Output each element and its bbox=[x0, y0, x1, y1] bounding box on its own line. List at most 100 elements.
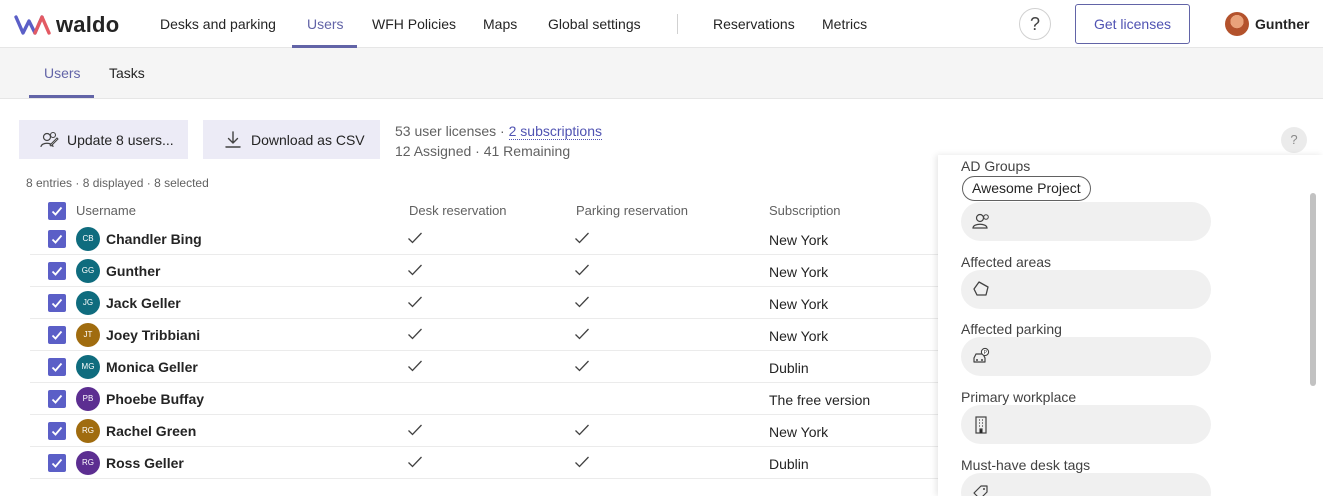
row-checkbox[interactable] bbox=[48, 294, 66, 312]
top-navigation: waldo Desks and parking Users WFH Polici… bbox=[0, 0, 1323, 48]
user-name[interactable]: Gunther bbox=[1255, 0, 1309, 48]
download-csv-button[interactable]: Download as CSV bbox=[203, 120, 380, 159]
users-edit-icon bbox=[39, 131, 59, 149]
table-header: Username Desk reservation Parking reserv… bbox=[0, 199, 940, 223]
parking-reservation-check-icon bbox=[574, 455, 590, 472]
row-checkbox[interactable] bbox=[48, 262, 66, 280]
column-subscription[interactable]: Subscription bbox=[769, 203, 841, 218]
table-row[interactable]: RG Ross Geller Dublin bbox=[30, 447, 940, 479]
nav-wfh-policies[interactable]: WFH Policies bbox=[372, 0, 456, 48]
affected-areas-field[interactable] bbox=[961, 270, 1211, 309]
get-licenses-button[interactable]: Get licenses bbox=[1075, 4, 1190, 44]
user-name-cell[interactable]: Joey Tribbiani bbox=[106, 327, 200, 343]
table-row[interactable]: JT Joey Tribbiani New York bbox=[30, 319, 940, 351]
row-checkbox[interactable] bbox=[48, 326, 66, 344]
nav-reservations[interactable]: Reservations bbox=[713, 0, 795, 48]
download-csv-label: Download as CSV bbox=[251, 131, 365, 148]
update-users-label: Update 8 users... bbox=[67, 131, 174, 148]
parking-reservation-check-icon bbox=[574, 359, 590, 376]
nav-desks-and-parking[interactable]: Desks and parking bbox=[160, 0, 276, 48]
nav-metrics[interactable]: Metrics bbox=[822, 0, 867, 48]
tab-active-indicator bbox=[29, 95, 94, 98]
column-parking-reservation[interactable]: Parking reservation bbox=[576, 203, 688, 218]
row-checkbox[interactable] bbox=[48, 390, 66, 408]
ad-group-tag[interactable]: Awesome Project bbox=[962, 176, 1091, 201]
table-summary: 8 entries · 8 displayed · 8 selected bbox=[26, 176, 209, 190]
sub-navigation: Users Tasks bbox=[0, 48, 1323, 99]
row-checkbox[interactable] bbox=[48, 422, 66, 440]
desk-reservation-check-icon bbox=[407, 231, 423, 248]
user-name-cell[interactable]: Monica Geller bbox=[106, 359, 198, 375]
user-name-cell[interactable]: Chandler Bing bbox=[106, 231, 202, 247]
table-row[interactable]: CB Chandler Bing New York bbox=[30, 223, 940, 255]
panel-help-button[interactable]: ? bbox=[1281, 127, 1307, 153]
checkmark-icon bbox=[51, 234, 63, 244]
tag-icon bbox=[971, 483, 991, 496]
panel-scrollbar[interactable] bbox=[1310, 193, 1316, 386]
user-name-cell[interactable]: Jack Geller bbox=[106, 295, 181, 311]
user-settings-panel: AD Groups Awesome Project Affected areas… bbox=[938, 155, 1323, 496]
checkmark-icon bbox=[51, 458, 63, 468]
table-row[interactable]: RG Rachel Green New York bbox=[30, 415, 940, 447]
affected-areas-label: Affected areas bbox=[961, 254, 1052, 270]
license-summary: 53 user licenses · 2 subscriptions bbox=[395, 123, 602, 140]
table-row[interactable]: PB Phoebe Buffay The free version bbox=[30, 383, 940, 415]
affected-parking-field[interactable]: P bbox=[961, 337, 1211, 376]
subscription-cell: New York bbox=[769, 424, 829, 440]
desk-reservation-check-icon bbox=[407, 295, 423, 312]
column-desk-reservation[interactable]: Desk reservation bbox=[409, 203, 507, 218]
waldo-logo[interactable]: waldo bbox=[14, 12, 119, 38]
desk-reservation-check-icon bbox=[407, 263, 423, 280]
logo-text: waldo bbox=[56, 12, 120, 37]
parking-car-icon: P bbox=[971, 347, 991, 370]
parking-reservation-check-icon bbox=[574, 231, 590, 248]
checkmark-icon bbox=[51, 206, 63, 216]
user-initials-avatar: JT bbox=[76, 323, 100, 347]
table-row[interactable]: GG Gunther New York bbox=[30, 255, 940, 287]
row-checkbox[interactable] bbox=[48, 230, 66, 248]
table-row[interactable]: MG Monica Geller Dublin bbox=[30, 351, 940, 383]
ad-groups-field[interactable] bbox=[961, 202, 1211, 241]
desk-reservation-check-icon bbox=[407, 455, 423, 472]
building-icon bbox=[971, 415, 991, 438]
nav-maps[interactable]: Maps bbox=[483, 0, 517, 48]
desk-tags-field[interactable] bbox=[961, 473, 1211, 496]
waldo-logo-mark-icon bbox=[14, 15, 51, 35]
parking-reservation-check-icon bbox=[574, 423, 590, 440]
user-name-cell[interactable]: Phoebe Buffay bbox=[106, 391, 204, 407]
license-count: 53 user licenses · bbox=[395, 123, 509, 139]
primary-workplace-field[interactable] bbox=[961, 405, 1211, 444]
user-name-cell[interactable]: Ross Geller bbox=[106, 455, 184, 471]
update-users-button[interactable]: Update 8 users... bbox=[19, 120, 188, 159]
user-avatar[interactable] bbox=[1225, 12, 1249, 36]
subscriptions-link[interactable]: 2 subscriptions bbox=[508, 123, 602, 140]
desk-reservation-check-icon bbox=[407, 359, 423, 376]
user-initials-avatar: MG bbox=[76, 355, 100, 379]
parking-reservation-check-icon bbox=[574, 327, 590, 344]
help-button[interactable]: ? bbox=[1019, 8, 1051, 40]
subscription-cell: New York bbox=[769, 296, 829, 312]
desk-reservation-check-icon bbox=[407, 327, 423, 344]
checkmark-icon bbox=[51, 330, 63, 340]
user-name-cell[interactable]: Gunther bbox=[106, 263, 160, 279]
tab-users[interactable]: Users bbox=[44, 48, 81, 98]
nav-users[interactable]: Users bbox=[307, 0, 344, 48]
user-name-cell[interactable]: Rachel Green bbox=[106, 423, 196, 439]
row-checkbox[interactable] bbox=[48, 358, 66, 376]
affected-parking-label: Affected parking bbox=[961, 321, 1062, 337]
row-checkbox[interactable] bbox=[48, 454, 66, 472]
select-all-checkbox[interactable] bbox=[48, 202, 66, 220]
tab-tasks[interactable]: Tasks bbox=[109, 48, 145, 98]
user-initials-avatar: RG bbox=[76, 419, 100, 443]
table-row[interactable]: JG Jack Geller New York bbox=[30, 287, 940, 319]
nav-divider bbox=[677, 14, 678, 34]
subscription-cell: The free version bbox=[769, 392, 871, 408]
column-username[interactable]: Username bbox=[76, 203, 136, 218]
checkmark-icon bbox=[51, 394, 63, 404]
ad-groups-label: AD Groups bbox=[961, 158, 1031, 174]
nav-global-settings[interactable]: Global settings bbox=[548, 0, 641, 48]
download-icon bbox=[223, 130, 243, 150]
user-initials-avatar: JG bbox=[76, 291, 100, 315]
checkmark-icon bbox=[51, 298, 63, 308]
desk-reservation-check-icon bbox=[407, 423, 423, 440]
